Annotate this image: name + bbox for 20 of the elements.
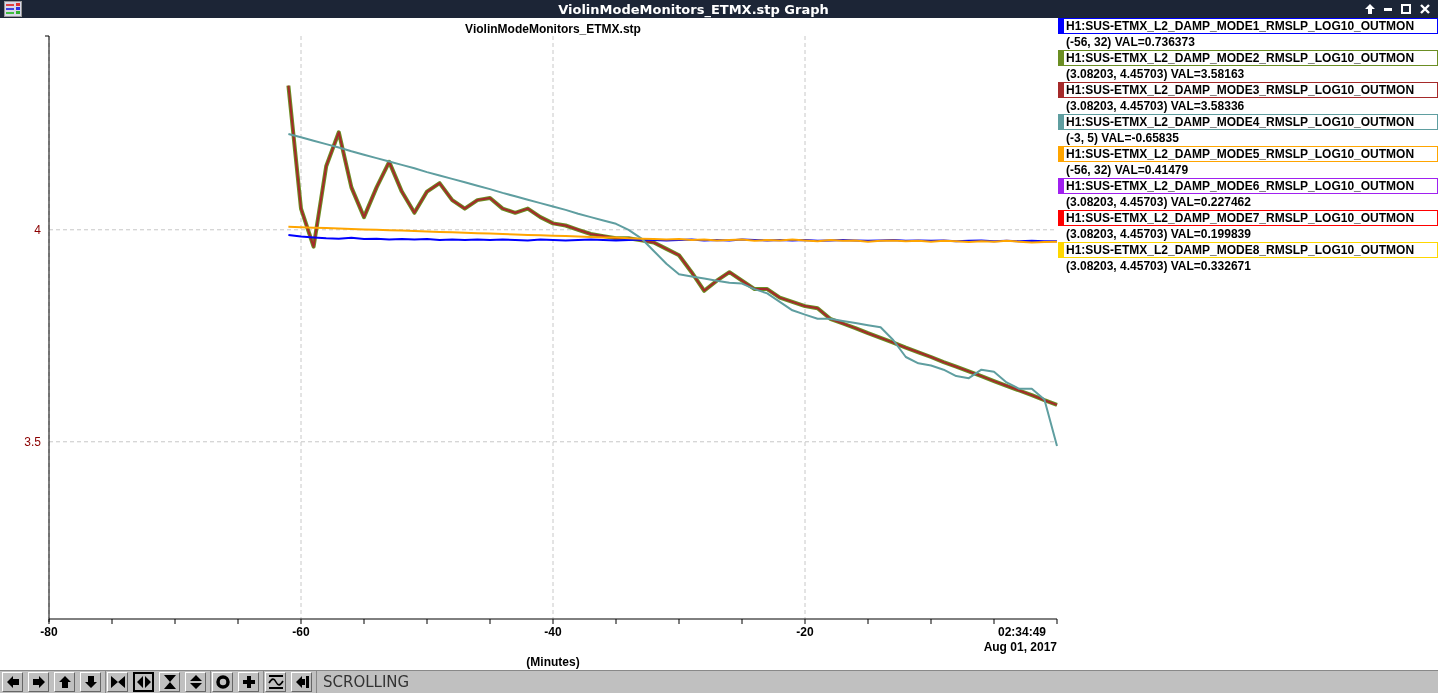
x-tick-label: -20 xyxy=(796,625,814,639)
legend-readout: (3.08203, 4.45703) VAL=0.199839 xyxy=(1065,226,1252,242)
y-tick-label: 4 xyxy=(34,222,41,237)
x-tick-label: -80 xyxy=(40,625,58,639)
x-axis-label: (Minutes) xyxy=(526,655,580,669)
legend-readout: (3.08203, 4.45703) VAL=3.58163 xyxy=(1065,66,1246,82)
legend-readout: (-56, 32) VAL=0.41479 xyxy=(1065,162,1190,178)
legend-readout: (-56, 32) VAL=0.736373 xyxy=(1065,34,1196,50)
window-title: ViolinModeMonitors_ETMX.stp Graph xyxy=(557,1,830,17)
legend-readout: (-3, 5) VAL=-0.65835 xyxy=(1065,130,1180,146)
chart-title: ViolinModeMonitors_ETMX.stp xyxy=(465,22,641,36)
y-tick-label: 3.5 xyxy=(24,434,41,449)
status-text: SCROLLING xyxy=(322,673,410,691)
end-time-label: 02:34:49 xyxy=(997,625,1046,639)
legend-readout: (3.08203, 4.45703) VAL=0.227462 xyxy=(1065,194,1252,210)
date-label: Aug 01, 2017 xyxy=(983,640,1057,654)
legend-readout: (3.08203, 4.45703) VAL=3.58336 xyxy=(1065,98,1246,114)
x-tick-label: -60 xyxy=(292,625,310,639)
legend-readout: (3.08203, 4.45703) VAL=0.332671 xyxy=(1065,258,1252,274)
x-tick-label: -40 xyxy=(544,625,562,639)
